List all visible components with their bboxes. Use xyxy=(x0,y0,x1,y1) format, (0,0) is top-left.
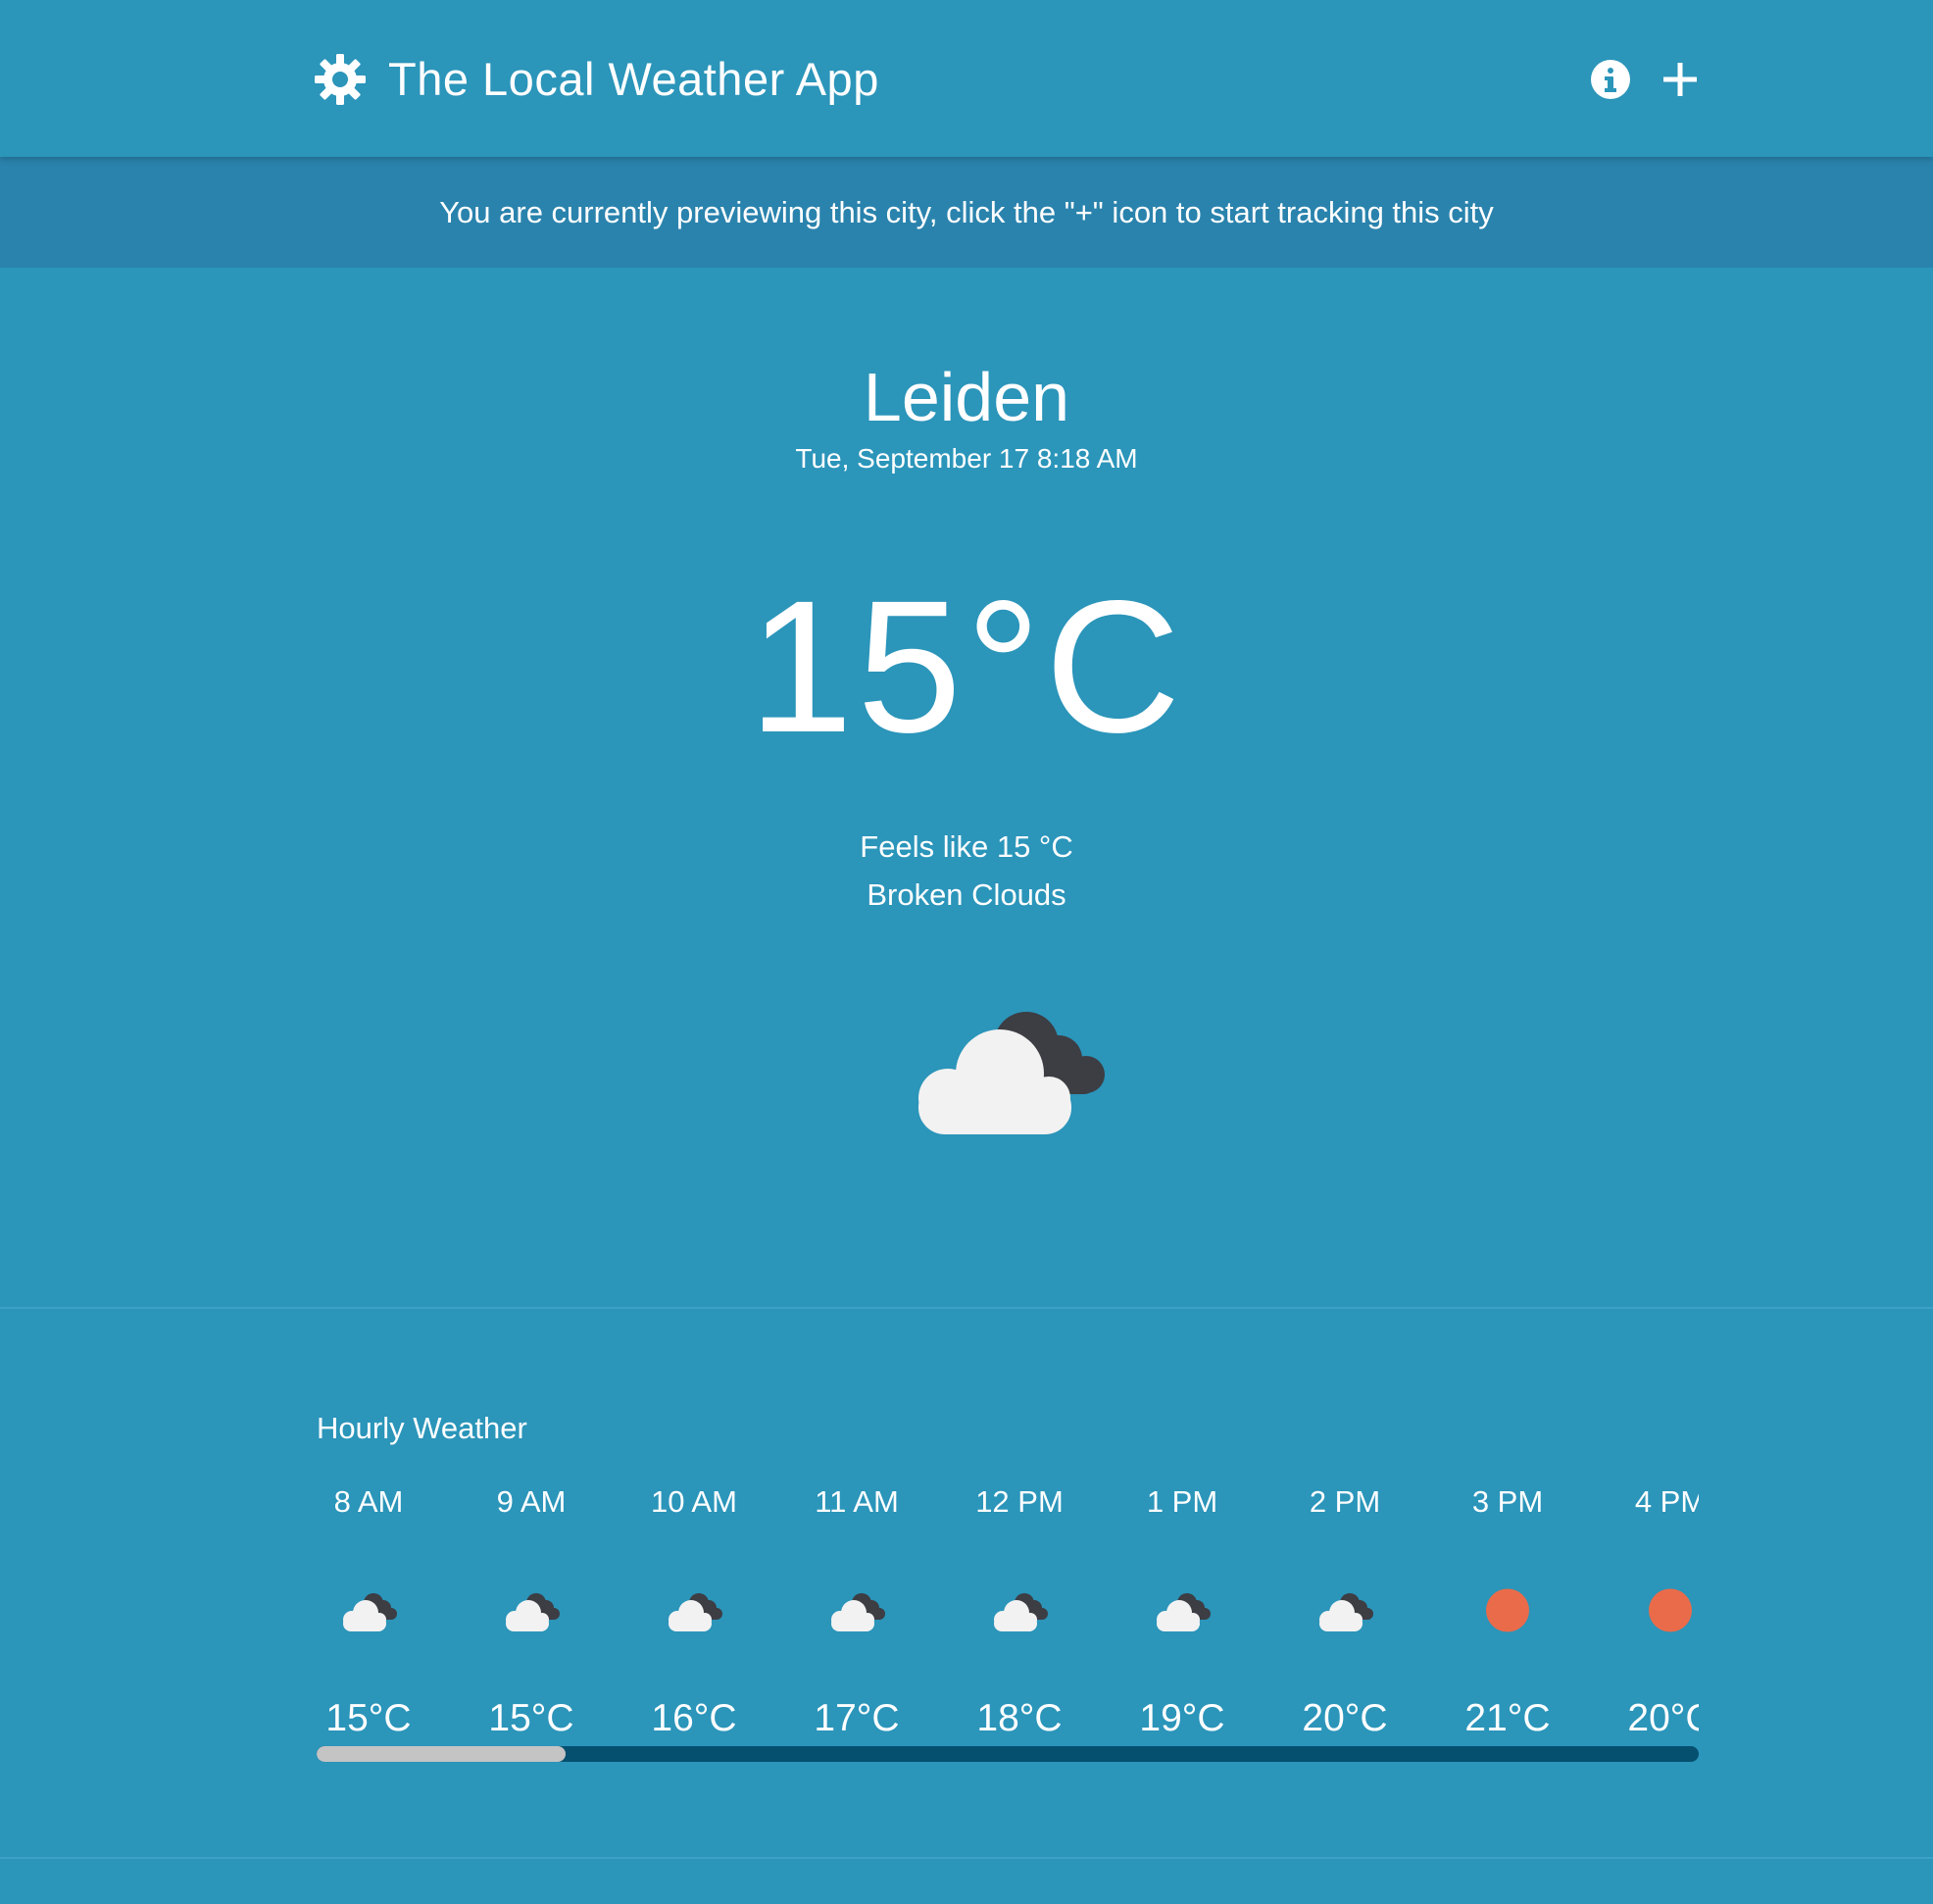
sun-icon xyxy=(1641,1588,1699,1632)
hour-time: 1 PM xyxy=(1146,1484,1218,1519)
app-title-group: The Local Weather App xyxy=(314,45,879,114)
hour-item: 8 AM 15°C xyxy=(317,1471,427,1745)
broken-clouds-icon xyxy=(1315,1588,1374,1632)
app-title: The Local Weather App xyxy=(388,53,879,105)
broken-clouds-icon xyxy=(990,1588,1049,1632)
broken-clouds-icon xyxy=(1153,1588,1212,1632)
app-header: The Local Weather App xyxy=(0,0,1933,157)
hour-item: 2 PM 20°C xyxy=(1286,1471,1404,1745)
hour-time: 11 AM xyxy=(815,1484,899,1519)
hour-time: 2 PM xyxy=(1309,1484,1381,1519)
hourly-scrollbar[interactable] xyxy=(317,1746,1699,1762)
city-name: Leiden xyxy=(863,359,1070,435)
hour-time: 3 PM xyxy=(1471,1484,1544,1519)
hour-temperature: 17°C xyxy=(814,1697,900,1739)
feels-like: Feels like 15 °C xyxy=(860,829,1073,864)
hour-item: 12 PM 18°C xyxy=(961,1471,1078,1745)
hour-time: 4 PM xyxy=(1634,1484,1699,1519)
gear-icon[interactable] xyxy=(314,53,367,106)
preview-banner-text: You are currently previewing this city, … xyxy=(439,194,1494,229)
hourly-forecast-list[interactable]: 8 AM 15°C 9 AM 15°C 10 AM 16°C 11 AM 17°C 12 PM 1… xyxy=(317,1471,1699,1745)
section-divider-bottom xyxy=(0,1857,1933,1859)
hour-time: 10 AM xyxy=(651,1484,737,1519)
hour-temperature: 19°C xyxy=(1139,1697,1225,1739)
hour-temperature: 20°C xyxy=(1627,1697,1699,1739)
hour-temperature: 15°C xyxy=(325,1697,412,1739)
broken-clouds-icon xyxy=(502,1588,561,1632)
current-datetime: Tue, September 17 8:18 AM xyxy=(795,443,1138,474)
hourly-title: Hourly Weather xyxy=(317,1411,527,1445)
broken-clouds-icon xyxy=(827,1588,886,1632)
hour-temperature: 21°C xyxy=(1464,1697,1551,1739)
hour-item: 4 PM 20°C xyxy=(1611,1471,1699,1745)
sun-icon xyxy=(1478,1588,1537,1632)
current-temperature: 15°C xyxy=(748,561,1185,772)
hour-item: 11 AM 17°C xyxy=(798,1471,916,1745)
hourly-scrollbar-thumb[interactable] xyxy=(317,1746,566,1762)
preview-banner: You are currently previewing this city, … xyxy=(0,157,1933,268)
hour-temperature: 15°C xyxy=(488,1697,574,1739)
hour-time: 9 AM xyxy=(496,1484,567,1519)
broken-clouds-icon xyxy=(665,1588,723,1632)
weather-condition: Broken Clouds xyxy=(867,877,1066,912)
hour-item: 1 PM 19°C xyxy=(1123,1471,1241,1745)
hour-item: 9 AM 15°C xyxy=(472,1471,590,1745)
broken-clouds-icon xyxy=(339,1588,398,1632)
plus-icon[interactable] xyxy=(1657,56,1704,103)
broken-clouds-icon xyxy=(918,1012,1105,1134)
hour-temperature: 18°C xyxy=(976,1697,1063,1739)
hour-item: 10 AM 16°C xyxy=(635,1471,753,1745)
info-icon[interactable] xyxy=(1587,56,1634,103)
section-divider-top xyxy=(0,1307,1933,1309)
hour-time: 8 AM xyxy=(333,1484,404,1519)
hour-temperature: 16°C xyxy=(651,1697,737,1739)
hour-temperature: 20°C xyxy=(1302,1697,1388,1739)
hour-item: 3 PM 21°C xyxy=(1449,1471,1566,1745)
hour-time: 12 PM xyxy=(975,1484,1064,1519)
